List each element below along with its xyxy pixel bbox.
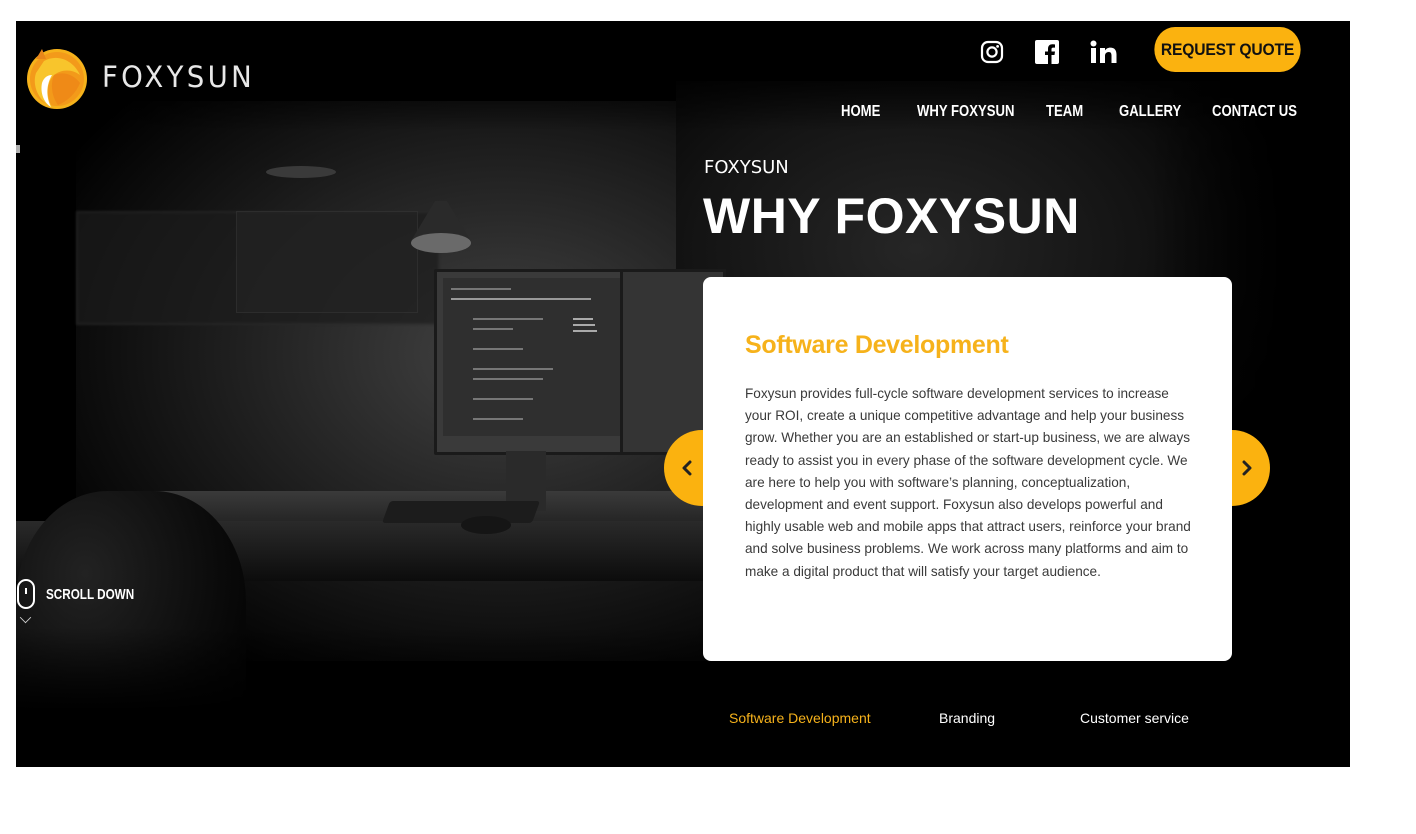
main-nav: HOME WHY FOXYSUN TEAM GALLERY CONTACT US xyxy=(16,103,1350,123)
instagram-link[interactable] xyxy=(977,37,1007,67)
chevron-right-icon xyxy=(1242,460,1252,476)
request-quote-button[interactable]: REQUEST QUOTE xyxy=(1154,27,1301,72)
nav-item-gallery[interactable]: GALLERY xyxy=(1119,103,1181,121)
scroll-down-indicator[interactable]: SCROLL DOWN xyxy=(16,579,159,624)
instagram-icon xyxy=(980,40,1004,64)
brand-name: FOXYSUN xyxy=(102,60,256,94)
nav-item-why-foxysun[interactable]: WHY FOXYSUN xyxy=(917,103,1014,121)
slider-tab-customer-service[interactable]: Customer service xyxy=(1080,710,1189,726)
service-card-body: Foxysun provides full-cycle software dev… xyxy=(745,386,1191,579)
brand-logo[interactable]: FOXYSUN xyxy=(24,45,263,109)
slider-tab-branding[interactable]: Branding xyxy=(939,710,995,726)
page-title: WHY FOXYSUN xyxy=(703,188,1080,244)
nav-item-home[interactable]: HOME xyxy=(841,103,880,121)
service-card: Software Development Foxysun provides fu… xyxy=(703,277,1232,661)
scroll-down-label: SCROLL DOWN xyxy=(46,585,135,603)
hero-section: FOXYSUN REQUEST QUOTE HOME WHY FOXYSUN T… xyxy=(16,21,1350,767)
chevron-left-icon xyxy=(682,460,692,476)
nav-item-team[interactable]: TEAM xyxy=(1046,103,1083,121)
linkedin-link[interactable] xyxy=(1088,37,1120,67)
mouse-icon xyxy=(17,579,35,609)
edge-artifact xyxy=(16,145,20,153)
fox-sun-logo-icon xyxy=(27,49,87,109)
nav-item-contact-us[interactable]: CONTACT US xyxy=(1212,103,1297,121)
hero-eyebrow: FOXYSUN xyxy=(704,157,789,178)
facebook-icon xyxy=(1035,40,1059,64)
linkedin-icon xyxy=(1090,40,1117,63)
service-card-title: Software Development xyxy=(745,331,1009,359)
slider-tab-software-development[interactable]: Software Development xyxy=(729,710,871,726)
facebook-link[interactable] xyxy=(1032,37,1062,67)
